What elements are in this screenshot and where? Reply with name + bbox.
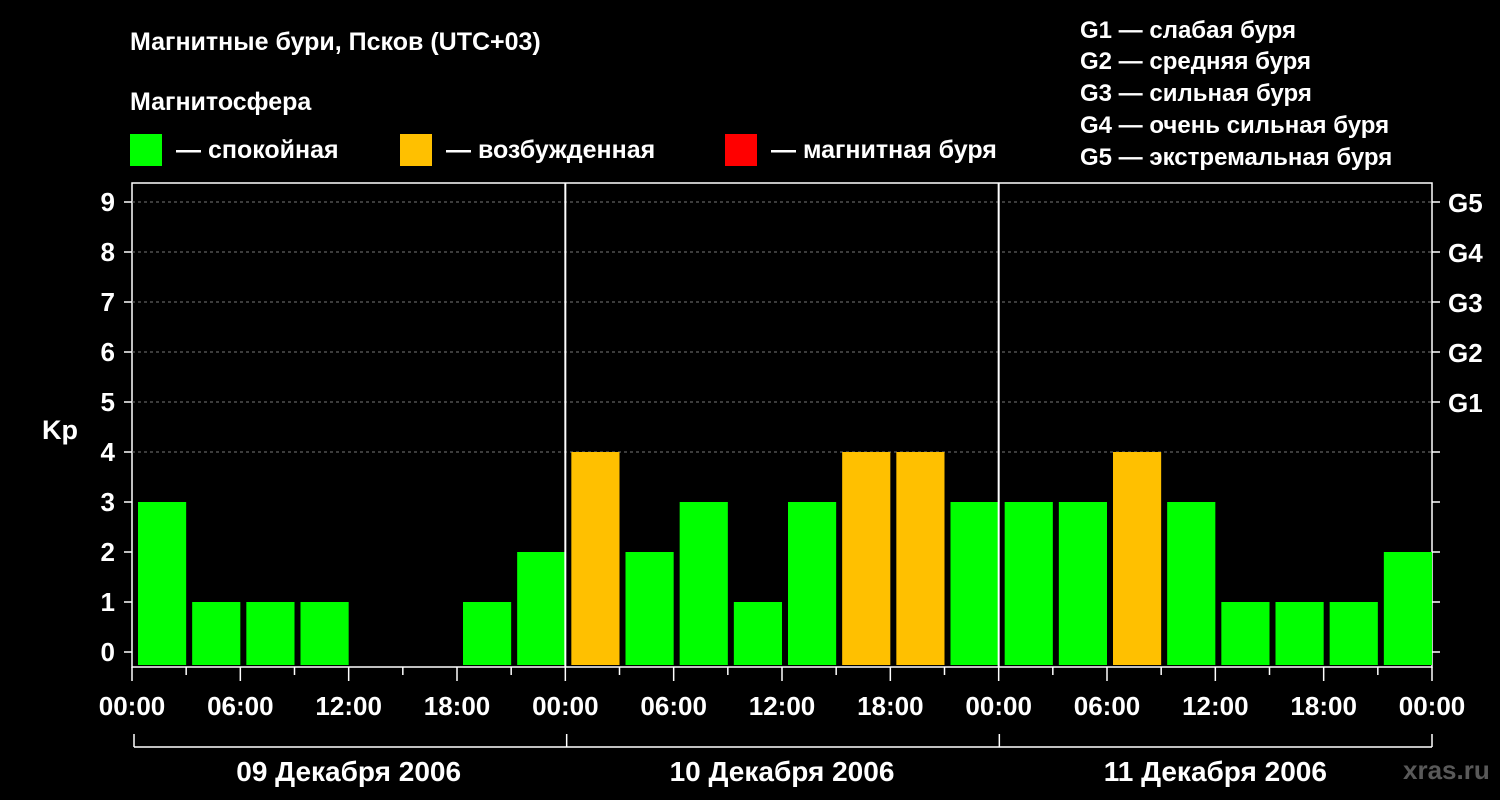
right-tick-label: G1 xyxy=(1448,388,1483,418)
bar xyxy=(1275,602,1324,665)
right-tick-label: G3 xyxy=(1448,288,1483,318)
y-tick-label: 7 xyxy=(101,287,115,317)
chart-title: Магнитные бури, Псков (UTC+03) xyxy=(130,28,541,56)
legend-swatch-calm xyxy=(130,134,162,166)
day-label: 10 Декабря 2006 xyxy=(670,756,895,787)
right-tick-label: G2 xyxy=(1448,338,1483,368)
bar xyxy=(1113,452,1162,665)
y-tick-label: 0 xyxy=(101,637,115,667)
bar xyxy=(788,502,837,665)
watermark: xras.ru xyxy=(1403,755,1490,785)
x-tick-label: 00:00 xyxy=(1399,691,1466,721)
x-tick-label: 06:00 xyxy=(1074,691,1141,721)
chart-subtitle: Магнитосфера xyxy=(130,88,312,116)
bar xyxy=(1383,552,1432,665)
bar xyxy=(246,602,295,665)
right-tick-label: G5 xyxy=(1448,188,1483,218)
bar xyxy=(1329,602,1378,665)
legend-swatch-storm xyxy=(725,134,757,166)
bar xyxy=(842,452,891,665)
kp-chart: Магнитные бури, Псков (UTC+03) Магнитосф… xyxy=(42,17,1490,787)
x-tick-label: 06:00 xyxy=(207,691,274,721)
legend-label-storm: — магнитная буря xyxy=(771,136,997,164)
storm-scale-g1: G1 — слабая буря xyxy=(1080,17,1296,44)
bar xyxy=(1004,502,1053,665)
y-axis-label: Kp xyxy=(42,415,78,445)
right-tick-label: G4 xyxy=(1448,238,1483,268)
x-tick-label: 12:00 xyxy=(749,691,816,721)
plot-area: 0 1 2 3 4 5 6 7 8 9 G1 G2 G3 G4 G5 00:00 06:00 12:00 18:00… xyxy=(99,182,1483,787)
day-label: 11 Декабря 2006 xyxy=(1104,756,1327,787)
bar xyxy=(192,602,241,665)
y-tick-label: 6 xyxy=(101,337,115,367)
y-tick-label: 2 xyxy=(101,537,115,567)
x-tick-label: 00:00 xyxy=(532,691,599,721)
legend: — спокойная — возбужденная — магнитная б… xyxy=(130,134,997,166)
x-tick-label: 06:00 xyxy=(640,691,707,721)
storm-scale-g2: G2 — средняя буря xyxy=(1080,48,1311,75)
bar xyxy=(625,552,674,665)
x-tick-label: 18:00 xyxy=(1290,691,1357,721)
legend-label-calm: — спокойная xyxy=(176,136,339,164)
bar xyxy=(733,602,782,665)
x-tick-label: 18:00 xyxy=(424,691,491,721)
storm-scale-g5: G5 — экстремальная буря xyxy=(1080,144,1392,171)
x-tick-label: 00:00 xyxy=(965,691,1032,721)
storm-scale-g4: G4 — очень сильная буря xyxy=(1080,112,1389,139)
bar xyxy=(950,502,999,665)
bar xyxy=(571,452,620,665)
bar xyxy=(463,602,512,665)
bar xyxy=(1221,602,1270,665)
bar xyxy=(1058,502,1107,665)
x-tick-label: 00:00 xyxy=(99,691,166,721)
y-tick-label: 4 xyxy=(101,437,116,467)
x-tick-label: 12:00 xyxy=(1182,691,1249,721)
bar xyxy=(300,602,349,665)
y-tick-label: 5 xyxy=(101,387,115,417)
y-tick-label: 8 xyxy=(101,237,115,267)
y-tick-label: 1 xyxy=(101,587,115,617)
day-label: 09 Декабря 2006 xyxy=(236,756,461,787)
plot-frame xyxy=(131,182,1433,668)
x-tick-label: 12:00 xyxy=(315,691,382,721)
x-tick-label: 18:00 xyxy=(857,691,924,721)
y-tick-label: 9 xyxy=(101,187,115,217)
bar xyxy=(138,502,187,665)
legend-swatch-disturbed xyxy=(400,134,432,166)
storm-scale-g3: G3 — сильная буря xyxy=(1080,80,1312,107)
bar xyxy=(679,502,728,665)
bar xyxy=(1167,502,1216,665)
bar xyxy=(896,452,945,665)
storm-scale-legend: G1 — слабая буря G2 — средняя буря G3 — … xyxy=(1080,17,1392,171)
legend-label-disturbed: — возбужденная xyxy=(446,136,655,164)
y-tick-label: 3 xyxy=(101,487,115,517)
bar xyxy=(517,552,566,665)
